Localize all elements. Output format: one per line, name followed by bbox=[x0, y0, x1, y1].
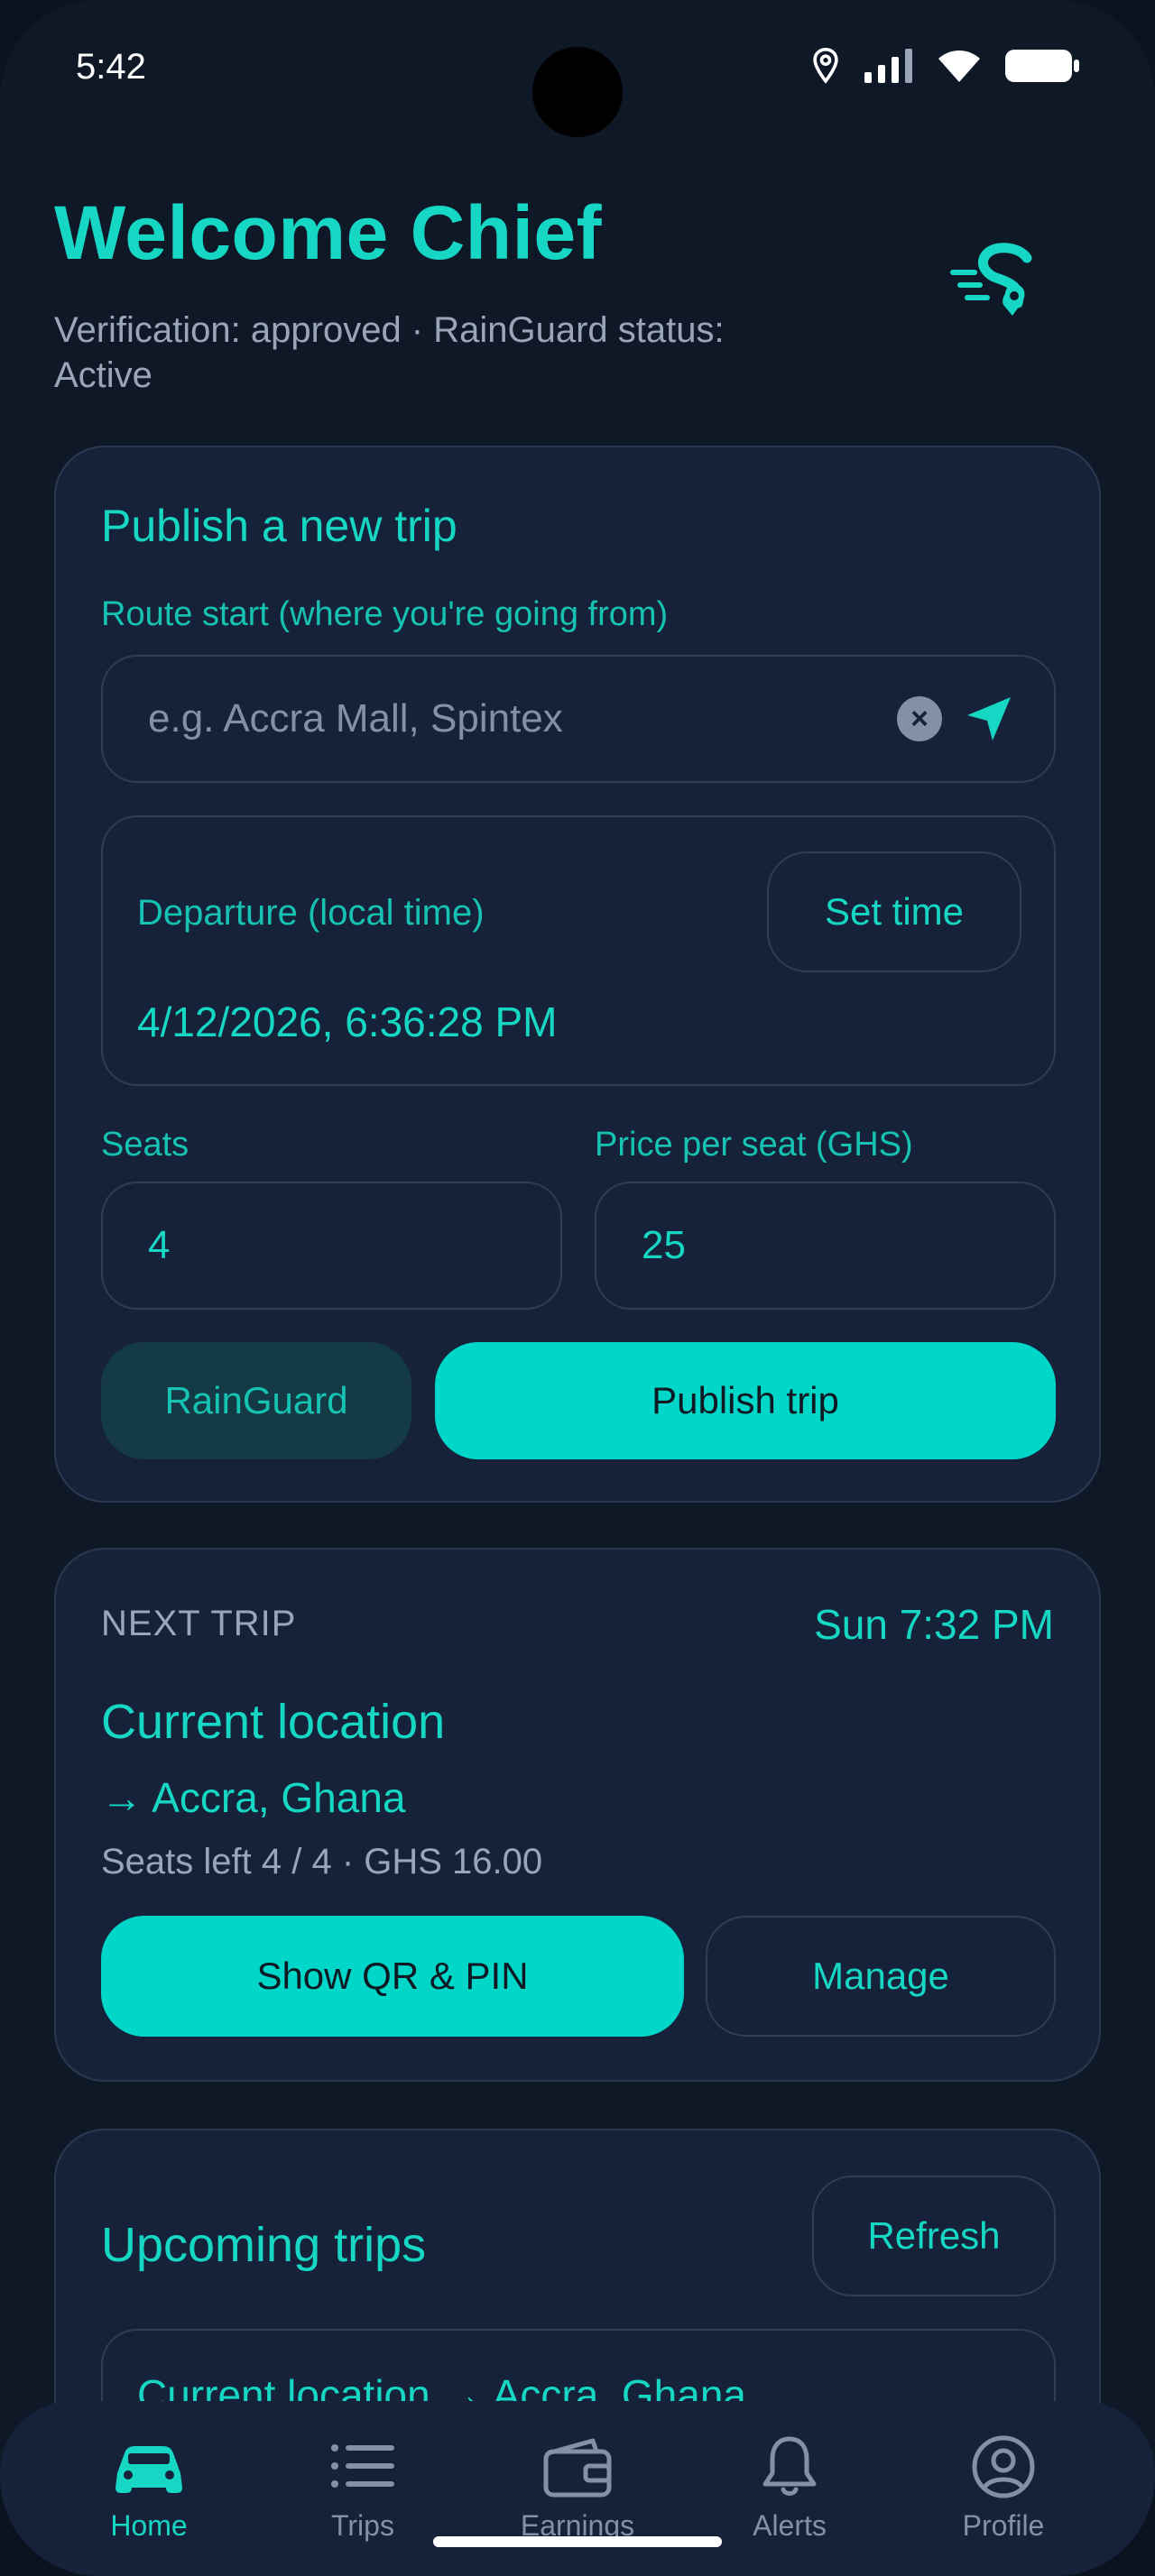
next-trip-meta: Seats left 4 / 4 · GHS 16.00 bbox=[101, 1842, 543, 1881]
clear-input-icon[interactable]: × bbox=[897, 696, 942, 741]
signal-icon bbox=[864, 49, 913, 83]
route-start-label: Route start (where you're going from) bbox=[101, 595, 669, 633]
camera-cutout bbox=[532, 47, 623, 137]
publish-trip-button[interactable]: Publish trip bbox=[435, 1342, 1056, 1459]
wallet-icon bbox=[543, 2438, 612, 2498]
rainguard-button[interactable]: RainGuard bbox=[101, 1342, 411, 1459]
status-icons bbox=[810, 47, 1079, 85]
nav-item-trips[interactable]: Trips bbox=[273, 2433, 453, 2551]
nav-item-profile[interactable]: Profile bbox=[913, 2433, 1094, 2551]
next-trip-label: NEXT TRIP bbox=[101, 1604, 297, 1643]
status-bar: 5:42 bbox=[0, 0, 1155, 137]
nav-item-home[interactable]: Home bbox=[59, 2433, 239, 2551]
bell-icon bbox=[762, 2436, 817, 2496]
seats-value: 4 bbox=[148, 1223, 171, 1267]
nav-label-home: Home bbox=[110, 2509, 188, 2542]
battery-icon bbox=[1005, 48, 1079, 84]
nav-item-alerts[interactable]: Alerts bbox=[699, 2433, 880, 2551]
manage-trip-button[interactable]: Manage bbox=[706, 1916, 1056, 2037]
seats-input[interactable]: 4 bbox=[101, 1182, 562, 1310]
app-logo-icon bbox=[947, 235, 1047, 334]
nav-item-earnings[interactable]: Earnings bbox=[487, 2433, 668, 2551]
welcome-header: Welcome Chief Verification: approved · R… bbox=[54, 189, 1101, 415]
upcoming-trips-title: Upcoming trips bbox=[101, 2218, 427, 2272]
nav-label-alerts: Alerts bbox=[753, 2509, 827, 2542]
wifi-icon bbox=[937, 48, 982, 84]
price-label: Price per seat (GHS) bbox=[595, 1126, 913, 1164]
next-trip-destination: → Accra, Ghana bbox=[101, 1774, 406, 1821]
profile-icon bbox=[972, 2435, 1035, 2498]
departure-label: Departure (local time) bbox=[137, 893, 485, 933]
publish-card-title: Publish a new trip bbox=[101, 501, 457, 551]
app-screen: 5:42 Welcome Chief Verification: approve… bbox=[0, 0, 1155, 2576]
route-start-input[interactable]: e.g. Accra Mall, Spintex × bbox=[101, 655, 1056, 783]
show-qr-pin-button[interactable]: Show QR & PIN bbox=[101, 1916, 684, 2037]
verification-status: Verification: approved · RainGuard statu… bbox=[54, 310, 725, 395]
list-icon bbox=[331, 2444, 394, 2488]
next-trip-origin: Current location bbox=[101, 1695, 446, 1749]
location-icon bbox=[810, 47, 841, 85]
next-trip-card: NEXT TRIP Sun 7:32 PM Current location →… bbox=[54, 1548, 1101, 2082]
publish-trip-card: Publish a new trip Route start (where yo… bbox=[54, 446, 1101, 1503]
price-input[interactable]: 25 bbox=[595, 1182, 1056, 1310]
next-trip-time: Sun 7:32 PM bbox=[814, 1601, 1054, 1648]
status-time: 5:42 bbox=[76, 47, 146, 87]
navigation-arrow-icon[interactable] bbox=[964, 694, 1014, 744]
departure-box: Departure (local time) 4/12/2026, 6:36:2… bbox=[101, 815, 1056, 1086]
nav-label-trips: Trips bbox=[331, 2509, 394, 2542]
bottom-navigation: Home Trips Earnings Alerts Profile bbox=[0, 2401, 1155, 2576]
route-start-placeholder: e.g. Accra Mall, Spintex bbox=[148, 696, 563, 741]
page-title: Welcome Chief bbox=[54, 190, 603, 275]
refresh-button[interactable]: Refresh bbox=[812, 2176, 1056, 2296]
seats-label: Seats bbox=[101, 1126, 189, 1164]
car-icon bbox=[116, 2446, 182, 2493]
home-indicator[interactable] bbox=[433, 2536, 722, 2547]
departure-value: 4/12/2026, 6:36:28 PM bbox=[137, 998, 558, 1045]
price-value: 25 bbox=[642, 1223, 686, 1267]
set-time-button[interactable]: Set time bbox=[767, 851, 1021, 972]
nav-label-profile: Profile bbox=[962, 2509, 1045, 2542]
